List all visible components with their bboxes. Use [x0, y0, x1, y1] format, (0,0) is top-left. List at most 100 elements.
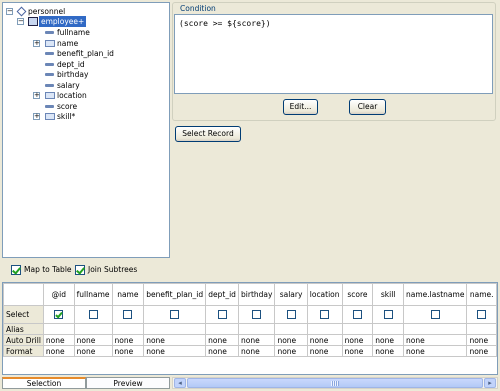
collapse-icon[interactable]: −: [17, 18, 24, 25]
format-cell[interactable]: none: [372, 345, 404, 357]
format-cell[interactable]: none: [238, 345, 276, 357]
tree-node-label: dept_id: [57, 59, 85, 69]
grid-row-format: Format none none none none none none none none no…: [3, 345, 497, 357]
join-subtrees-checkbox[interactable]: [75, 265, 85, 275]
select-column-checkbox[interactable]: [352, 310, 362, 320]
format-cell[interactable]: none: [42, 345, 75, 357]
select-column-checkbox[interactable]: [217, 310, 227, 320]
format-cell[interactable]: none: [205, 345, 240, 357]
auto-drill-cell[interactable]: none: [73, 334, 113, 346]
alias-cell[interactable]: [274, 323, 308, 335]
scrollbar-thumb[interactable]: [187, 378, 483, 388]
tab-selection[interactable]: Selection: [2, 377, 86, 389]
select-column-checkbox[interactable]: [252, 310, 262, 320]
attribute-node-icon: [45, 83, 54, 87]
format-cell[interactable]: none: [73, 345, 113, 357]
alias-cell[interactable]: [306, 323, 343, 335]
select-column-checkbox[interactable]: [383, 310, 393, 320]
format-cell[interactable]: none: [466, 345, 497, 357]
alias-cell[interactable]: [111, 323, 145, 335]
column-header[interactable]: skill: [372, 283, 404, 306]
column-mapping-grid[interactable]: @id fullname name benefit_plan_id dept_id bir…: [2, 282, 498, 375]
alias-cell[interactable]: [143, 323, 207, 335]
column-header[interactable]: birthday: [238, 283, 276, 306]
column-header[interactable]: name.: [466, 283, 497, 306]
alias-cell[interactable]: [341, 323, 374, 335]
select-cell: [238, 305, 276, 324]
tree-node-label: birthday: [57, 70, 89, 79]
column-header[interactable]: dept_id: [205, 283, 240, 306]
alias-cell[interactable]: [42, 323, 75, 335]
select-column-checkbox[interactable]: [88, 310, 98, 320]
collapse-icon[interactable]: −: [6, 8, 13, 15]
column-header[interactable]: location: [306, 283, 343, 306]
auto-drill-cell[interactable]: none: [205, 334, 240, 346]
grid-row-select: Select: [3, 305, 497, 324]
select-column-checkbox[interactable]: [430, 310, 440, 320]
auto-drill-cell[interactable]: none: [306, 334, 343, 346]
auto-drill-cell[interactable]: none: [42, 334, 75, 346]
select-column-checkbox[interactable]: [170, 310, 180, 320]
select-cell: [42, 305, 75, 324]
auto-drill-cell[interactable]: none: [143, 334, 207, 346]
scroll-left-icon[interactable]: ◂: [174, 378, 186, 388]
condition-title: Condition: [178, 4, 218, 13]
select-cell: [402, 305, 468, 324]
auto-drill-cell[interactable]: none: [341, 334, 374, 346]
alias-cell[interactable]: [73, 323, 113, 335]
grip-icon: [331, 381, 339, 386]
condition-expression-field[interactable]: (score >= ${score}): [174, 14, 493, 94]
format-cell[interactable]: none: [341, 345, 374, 357]
attribute-node-icon: [45, 104, 54, 108]
column-header[interactable]: @id: [42, 283, 75, 306]
select-column-checkbox[interactable]: [286, 310, 296, 320]
column-header[interactable]: name.lastname: [402, 283, 468, 306]
element-node-icon: [45, 113, 55, 120]
column-header[interactable]: benefit_plan_id: [143, 283, 207, 306]
column-header[interactable]: name: [111, 283, 145, 306]
select-column-checkbox[interactable]: [123, 310, 133, 320]
format-cell[interactable]: none: [306, 345, 343, 357]
expand-icon[interactable]: +: [33, 113, 40, 120]
auto-drill-cell[interactable]: none: [238, 334, 276, 346]
scroll-right-icon[interactable]: ▸: [484, 378, 496, 388]
schema-tree-panel[interactable]: − personnel − employee+ fullname + name ben…: [2, 2, 170, 258]
select-cell: [143, 305, 207, 324]
column-header[interactable]: fullname: [73, 283, 113, 306]
map-to-table-label: Map to Table: [24, 265, 72, 274]
format-cell[interactable]: none: [143, 345, 207, 357]
horizontal-scrollbar[interactable]: ◂ ▸: [172, 377, 498, 389]
map-to-table-checkbox[interactable]: [11, 265, 21, 275]
auto-drill-cell[interactable]: none: [466, 334, 497, 346]
tab-preview[interactable]: Preview: [86, 377, 170, 389]
alias-cell[interactable]: [372, 323, 404, 335]
edit-condition-button[interactable]: Edit...: [283, 99, 318, 115]
auto-drill-cell[interactable]: none: [111, 334, 145, 346]
select-column-checkbox[interactable]: [54, 310, 64, 320]
select-record-button[interactable]: Select Record: [175, 126, 241, 142]
auto-drill-cell[interactable]: none: [274, 334, 308, 346]
select-column-checkbox[interactable]: [320, 310, 330, 320]
tree-node-label: salary: [57, 80, 80, 90]
alias-cell[interactable]: [466, 323, 497, 335]
alias-cell[interactable]: [238, 323, 276, 335]
element-node-icon: [28, 17, 38, 26]
auto-drill-cell[interactable]: none: [402, 334, 468, 346]
tree-node-label: employee+: [39, 16, 87, 27]
clear-condition-button[interactable]: Clear: [349, 99, 386, 115]
column-header[interactable]: score: [341, 283, 374, 306]
format-cell[interactable]: none: [274, 345, 308, 357]
auto-drill-cell[interactable]: none: [372, 334, 404, 346]
attribute-node-icon: [45, 62, 54, 66]
expand-icon[interactable]: +: [33, 92, 40, 99]
format-cell[interactable]: none: [402, 345, 468, 357]
alias-cell[interactable]: [205, 323, 240, 335]
select-column-checkbox[interactable]: [477, 310, 487, 320]
format-cell[interactable]: none: [111, 345, 145, 357]
root-node-icon: [16, 6, 27, 17]
column-header[interactable]: salary: [274, 283, 308, 306]
row-header: Select: [3, 305, 44, 324]
tree-node-label: name: [57, 38, 79, 48]
expand-icon[interactable]: +: [33, 39, 40, 47]
alias-cell[interactable]: [402, 323, 468, 335]
